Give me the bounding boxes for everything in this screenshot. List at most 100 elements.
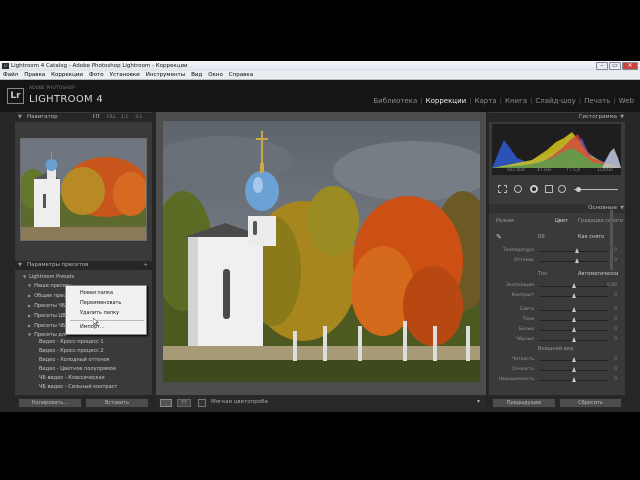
loupe-view-icon[interactable] (160, 399, 172, 407)
preset-item[interactable]: Видео - Холодный оттенок (39, 356, 110, 365)
slider-row: Контраст 0 (490, 292, 624, 300)
menu-view[interactable]: Вид (191, 71, 202, 79)
radial-filter-icon[interactable] (558, 185, 566, 193)
menu-edit[interactable]: Правка (24, 71, 45, 79)
wb-dropdown[interactable]: Как снято (578, 232, 604, 242)
adjustment-brush-icon[interactable] (576, 187, 581, 192)
before-after-icon[interactable]: YY (177, 399, 191, 407)
navigator-header[interactable]: ▼ Навигатор FIT FILL 1:1 3:1 (15, 113, 152, 122)
module-slideshow[interactable]: Слайд-шоу (535, 97, 575, 105)
zoom-fit[interactable]: FIT (93, 113, 100, 122)
slider-knob[interactable] (571, 327, 576, 332)
develop-toolbar: YY Мягкая цветопроба ▾ (156, 395, 486, 412)
expand-triangle-icon: ▶ (28, 293, 32, 298)
minimize-button[interactable]: – (596, 62, 608, 70)
slider-value[interactable]: 0 (614, 356, 617, 364)
module-develop[interactable]: Коррекции (426, 97, 467, 105)
module-print[interactable]: Печать (584, 97, 610, 105)
zoom-1-1[interactable]: 1:1 (121, 113, 128, 122)
menu-settings[interactable]: Установки (110, 71, 140, 79)
menu-file[interactable]: Файл (3, 71, 18, 79)
spot-removal-icon[interactable] (514, 185, 522, 193)
close-button[interactable]: ✕ (622, 62, 638, 70)
reset-button[interactable]: Сбросить (559, 398, 622, 408)
module-book[interactable]: Книга (505, 97, 527, 105)
eyedropper-icon[interactable]: ✎ (496, 233, 504, 241)
preset-item[interactable]: ЧБ видео - Сильный контраст (39, 383, 117, 392)
preset-folder[interactable]: ▼ Lightroom Presets (23, 272, 74, 281)
slider-label: Экспозиция (505, 283, 534, 288)
treatment-color[interactable]: Цвет (555, 217, 568, 226)
slider-value[interactable]: 0 (614, 316, 617, 324)
slider-value[interactable]: 0 (614, 366, 617, 374)
slider-knob[interactable] (571, 357, 576, 362)
slider-value[interactable]: 0 (614, 247, 617, 255)
softproof-checkbox[interactable] (198, 399, 206, 407)
slider-value[interactable]: 0,00 (607, 282, 617, 290)
zoom-fill[interactable]: FILL (107, 113, 116, 122)
mouse-cursor-icon (93, 318, 100, 326)
preset-folder[interactable]: ▶ Пресеты ЧБ (28, 321, 65, 330)
crop-tool-icon[interactable] (498, 185, 507, 193)
preset-item[interactable]: Видео - Кросс-процесс 2 (39, 347, 104, 356)
left-panel-buttons: Копировать... Вставить (15, 396, 152, 410)
slider-knob[interactable] (571, 367, 576, 372)
slider-knob[interactable] (571, 283, 576, 288)
preset-item[interactable]: Видео - Кросс-процесс 1 (39, 338, 104, 347)
slider-value[interactable]: 0 (614, 257, 617, 265)
tone-auto-button[interactable]: Автоматически (578, 270, 618, 278)
toolbar-menu-icon[interactable]: ▾ (477, 398, 480, 405)
expand-triangle-icon: ▼ (28, 283, 32, 288)
slider-knob[interactable] (571, 317, 576, 322)
menu-develop[interactable]: Коррекции (51, 71, 83, 79)
module-library[interactable]: Библиотека (373, 97, 417, 105)
slider-value[interactable]: 0 (614, 326, 617, 334)
copy-settings-button[interactable]: Копировать... (18, 398, 82, 408)
slider-value[interactable]: 0 (614, 336, 617, 344)
exif-info: ISO 400 47 мм f / 5,6 1/2000 (492, 168, 621, 175)
menu-window[interactable]: Окно (208, 71, 223, 79)
histogram-header[interactable]: Гистограмма ▼ (489, 113, 625, 122)
menu-tools[interactable]: Инструменты (146, 71, 185, 79)
redeye-icon[interactable] (530, 185, 538, 193)
add-preset-icon[interactable]: + (143, 261, 148, 270)
slider-knob[interactable] (574, 248, 579, 253)
preset-item[interactable]: ЧБ видео - Классическая (39, 374, 105, 383)
graduated-filter-icon[interactable] (545, 185, 553, 193)
module-web[interactable]: Web (619, 97, 634, 105)
right-panel-buttons: Предыдущее Сбросить (489, 396, 625, 410)
maximize-button[interactable]: ▭ (609, 62, 621, 70)
slider-value[interactable]: 0 (614, 306, 617, 314)
slider-knob[interactable] (574, 258, 579, 263)
zoom-3-1[interactable]: 3:1 (135, 113, 142, 122)
histogram-title: Гистограмма (579, 114, 617, 120)
previous-button[interactable]: Предыдущее (492, 398, 556, 408)
product-name: LIGHTROOM 4 (29, 94, 104, 105)
context-menu: Новая папка Переименовать Удалить папку … (65, 285, 147, 335)
slider-knob[interactable] (571, 293, 576, 298)
slider-knob[interactable] (571, 377, 576, 382)
menu-rename[interactable]: Переименовать (80, 299, 121, 308)
preset-folder[interactable]: ▶ Пресеты ЦВ (28, 311, 66, 320)
basic-header[interactable]: Основные ▼ (489, 204, 625, 213)
paste-settings-button[interactable]: Вставить (85, 398, 149, 408)
module-map[interactable]: Карта (475, 97, 497, 105)
menu-help[interactable]: Справка (229, 71, 253, 79)
presets-header[interactable]: ▼ Параметры пресетов + (15, 261, 152, 270)
slider-knob[interactable] (571, 307, 576, 312)
right-panel-scrollbar[interactable] (610, 210, 613, 270)
slider-value[interactable]: 0 (614, 292, 617, 300)
slider-knob[interactable] (571, 337, 576, 342)
menu-new-folder[interactable]: Новая папка (80, 289, 113, 298)
navigator-preview-image[interactable] (21, 139, 146, 240)
preset-folder[interactable]: ▶ Пресеты ЧБ (28, 301, 65, 310)
main-photo[interactable] (163, 121, 480, 382)
slider-label: Насыщенность (498, 377, 534, 382)
preset-item[interactable]: Видео - Цветное полупрямое (39, 365, 116, 374)
slider-label: Температура (502, 248, 534, 253)
slider-value[interactable]: 0 (614, 376, 617, 384)
treatment-bw[interactable]: Градации серого (578, 217, 623, 226)
menu-photo[interactable]: Фото (89, 71, 104, 79)
iso-value: ISO 400 (507, 168, 525, 173)
menu-delete-folder[interactable]: Удалить папку (80, 309, 119, 318)
